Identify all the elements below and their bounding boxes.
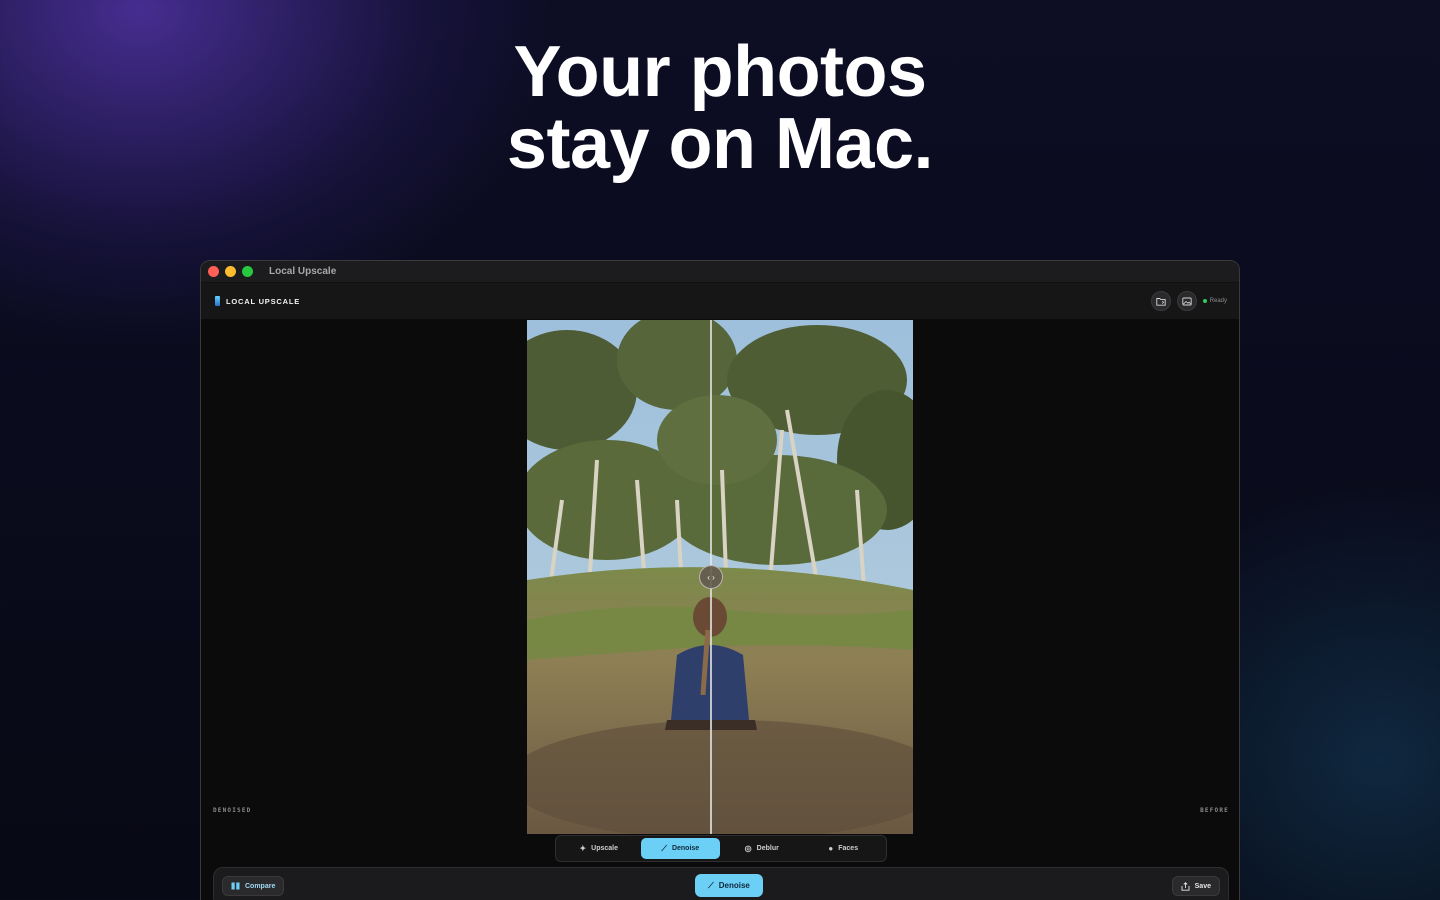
hero-headline: Your photos stay on Mac.	[0, 36, 1440, 180]
wand-icon: ⟋	[708, 880, 714, 890]
split-view-icon	[231, 882, 240, 890]
image-canvas: ‹ › DENOISED BEFORE ✦ Upscale ⟋ Denoise …	[201, 319, 1239, 900]
open-folder-button[interactable]	[1150, 291, 1171, 311]
action-bar: Compare ⟋ Denoise Save	[213, 867, 1229, 900]
mode-label: Faces	[838, 845, 859, 852]
before-label: BEFORE	[1200, 807, 1229, 814]
denoise-label: Denoise	[718, 881, 750, 890]
share-icon	[1181, 881, 1190, 891]
save-button[interactable]: Save	[1171, 876, 1220, 896]
mode-upscale[interactable]: ✦ Upscale	[559, 838, 639, 859]
folder-icon	[1156, 297, 1166, 306]
close-window-button[interactable]	[208, 266, 219, 277]
compare-button[interactable]: Compare	[222, 876, 285, 896]
mode-deblur[interactable]: ◎ Deblur	[722, 838, 802, 859]
status-text: Ready	[1209, 298, 1227, 304]
hero-line-2: stay on Mac.	[506, 104, 934, 184]
compare-label: Compare	[245, 882, 276, 890]
mode-selector: ✦ Upscale ⟋ Denoise ◎ Deblur ● Faces	[555, 835, 887, 862]
status-dot	[1202, 299, 1207, 303]
mode-label: Denoise	[671, 845, 700, 852]
app-toolbar: LOCAL UPSCALE Ready	[201, 283, 1239, 319]
open-image-button[interactable]	[1176, 291, 1197, 311]
compare-slider-handle[interactable]: ‹ ›	[699, 565, 723, 589]
denoise-button[interactable]: ⟋ Denoise	[695, 874, 763, 897]
save-label: Save	[1194, 882, 1211, 890]
comparison-image[interactable]: ‹ ›	[527, 320, 913, 834]
wand-icon: ⟋	[661, 843, 667, 853]
zoom-window-button[interactable]	[242, 266, 253, 277]
hero-line-1: Your photos	[513, 32, 927, 112]
window-title: Local Upscale	[269, 266, 337, 277]
brand: LOCAL UPSCALE	[215, 296, 300, 306]
title-bar: Local Upscale	[201, 261, 1239, 283]
app-window: Local Upscale LOCAL UPSCALE Ready ‹ › DE…	[200, 260, 1240, 900]
face-icon: ●	[828, 844, 834, 853]
app-logo-icon	[215, 296, 220, 306]
mode-denoise[interactable]: ⟋ Denoise	[640, 838, 720, 859]
aperture-icon: ◎	[744, 844, 752, 853]
mode-label: Upscale	[591, 845, 619, 852]
mode-faces[interactable]: ● Faces	[804, 838, 884, 859]
denoised-label: DENOISED	[213, 807, 252, 814]
brand-name: LOCAL UPSCALE	[226, 296, 301, 306]
status-indicator: Ready	[1202, 298, 1227, 304]
sparkle-icon: ✦	[579, 844, 587, 853]
mode-label: Deblur	[756, 845, 779, 852]
minimize-window-button[interactable]	[225, 266, 236, 277]
image-icon	[1182, 297, 1192, 305]
